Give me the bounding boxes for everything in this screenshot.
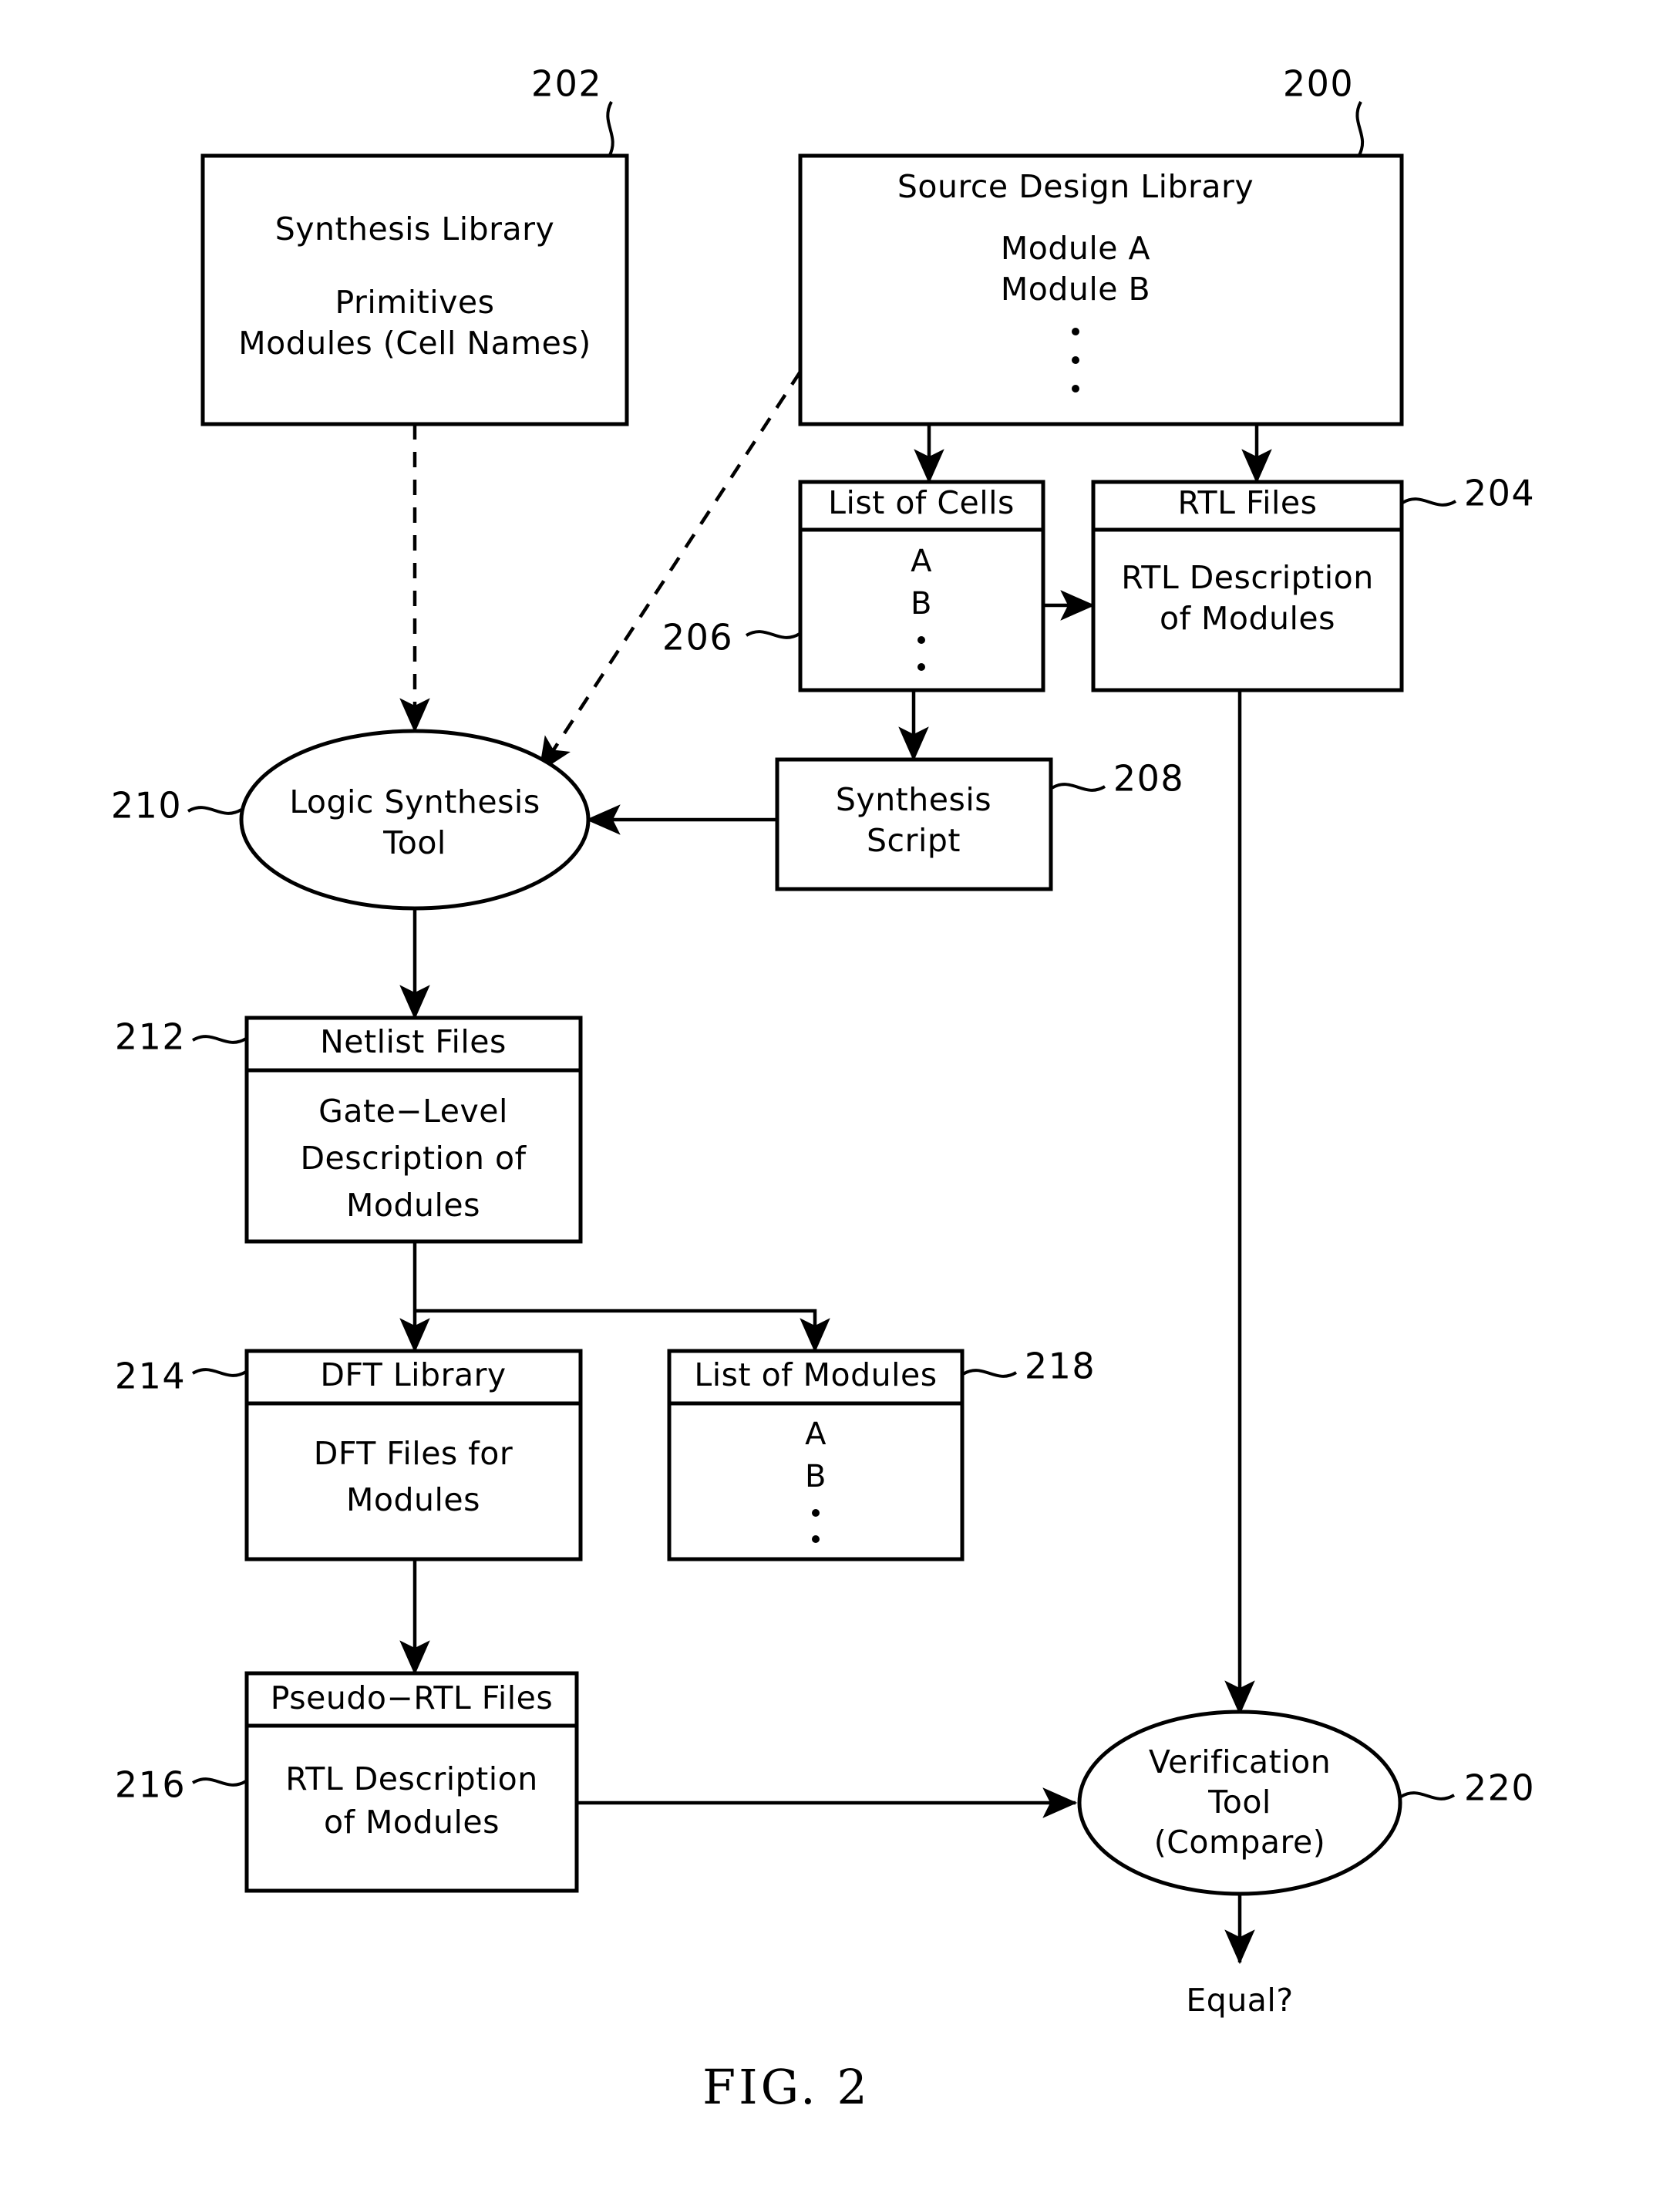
netlist-files-body-line-3: Modules (346, 1187, 480, 1224)
netlist-files-body-line-1: Gate−Level (318, 1093, 508, 1130)
dft-library-header: DFT Library (320, 1356, 506, 1393)
pseudo-rtl-files-body-line-2: of Modules (324, 1804, 500, 1841)
ref-leader-216: 216 (115, 1764, 247, 1806)
synthesis-library-title: Synthesis Library (275, 211, 555, 248)
list-of-modules-item-1: A (805, 1417, 827, 1452)
leader-line-208 (1050, 783, 1106, 792)
dft-library-body-line-2: Modules (346, 1481, 480, 1518)
leader-line-210 (187, 806, 243, 815)
node-verification-tool[interactable]: Verification Tool (Compare) (1077, 1710, 1402, 1896)
flow-diagram-canvas: Logic Synthesis Tool (210) : dashed vert… (111, 63, 1535, 2116)
list-of-modules-header: List of Modules (694, 1356, 937, 1393)
figure-caption: FIG. 2 (702, 2059, 870, 2115)
logic-synthesis-tool-line-1: Logic Synthesis (289, 783, 540, 820)
ref-number-200: 200 (1283, 63, 1354, 105)
node-pseudo-rtl-files[interactable]: Pseudo−RTL Files RTL Description of Modu… (244, 1671, 579, 1893)
rtl-files-header: RTL Files (1178, 484, 1318, 521)
ref-leader-208: 208 (1050, 758, 1184, 800)
edge-source-design-library-to-logic-synthesis-tool (538, 370, 802, 773)
verification-tool-line-1: Verification (1149, 1743, 1331, 1780)
ref-number-218: 218 (1025, 1346, 1096, 1387)
node-source-design-library[interactable]: Source Design Library Module A Module B (798, 153, 1404, 426)
synthesis-library-line1: Primitives (335, 284, 495, 321)
verification-tool-line-3: (Compare) (1154, 1824, 1325, 1861)
synthesis-script-line-1: Synthesis (836, 781, 992, 818)
netlist-files-body-line-2: Description of (300, 1140, 527, 1177)
dft-library-body-line-1: DFT Files for (314, 1435, 513, 1472)
ref-leader-214: 214 (115, 1356, 247, 1397)
rtl-files-body-line-1: RTL Description (1121, 559, 1373, 596)
patent-figure-2: Logic Synthesis Tool (210) : dashed vert… (0, 0, 1680, 2193)
ref-number-214: 214 (115, 1356, 186, 1397)
ref-leader-218: 218 (961, 1346, 1096, 1387)
edge-netlist-files-to-list-of-modules (415, 1309, 830, 1353)
node-logic-synthesis-tool[interactable]: Logic Synthesis Tool (239, 729, 591, 911)
ref-number-212: 212 (115, 1016, 186, 1058)
ref-number-208: 208 (1113, 758, 1184, 800)
ref-leader-202: 202 (531, 63, 614, 157)
leader-line-216 (191, 1777, 247, 1787)
leader-line-200 (1355, 101, 1365, 157)
list-of-modules-item-2: B (805, 1459, 827, 1494)
ref-number-220: 220 (1464, 1767, 1535, 1809)
ref-number-206: 206 (662, 617, 733, 659)
equal-terminal-label: Equal? (1186, 1982, 1293, 2019)
node-dft-library[interactable]: DFT Library DFT Files for Modules (244, 1349, 583, 1561)
leader-line-218 (961, 1369, 1018, 1378)
list-of-cells-item-2: B (911, 586, 932, 622)
source-design-library-item-2: Module B (1001, 271, 1150, 308)
source-design-library-item-1: Module A (1001, 230, 1150, 267)
node-list-of-modules[interactable]: List of Modules A B (667, 1349, 965, 1561)
node-synthesis-script[interactable]: Synthesis Script (775, 757, 1053, 891)
logic-synthesis-tool-line-2: Tool (382, 824, 446, 861)
ref-leader-210: 210 (111, 785, 243, 827)
list-of-cells-item-1: A (911, 544, 932, 579)
ref-leader-200: 200 (1283, 63, 1365, 157)
rtl-files-body-line-2: of Modules (1160, 600, 1335, 637)
node-list-of-cells[interactable]: List of Cells A B (798, 480, 1045, 692)
ref-leader-212: 212 (115, 1016, 247, 1058)
leader-line-204 (1401, 497, 1457, 507)
leader-line-212 (191, 1035, 247, 1044)
pseudo-rtl-files-header: Pseudo−RTL Files (271, 1679, 553, 1716)
ref-number-202: 202 (531, 63, 602, 105)
synthesis-script-line-2: Script (867, 822, 961, 859)
leader-line-206 (745, 630, 801, 639)
ref-leader-204: 204 (1401, 473, 1535, 514)
list-of-cells-header: List of Cells (828, 484, 1015, 521)
node-synthesis-library[interactable]: Synthesis Library Primitives Modules (Ce… (200, 153, 629, 426)
leader-line-214 (191, 1368, 247, 1377)
netlist-files-header: Netlist Files (320, 1023, 507, 1060)
node-rtl-files[interactable]: RTL Files RTL Description of Modules (1091, 480, 1404, 692)
node-netlist-files[interactable]: Netlist Files Gate−Level Description of … (244, 1016, 583, 1244)
leader-line-202 (606, 101, 614, 157)
ref-number-216: 216 (115, 1764, 186, 1806)
source-design-library-title: Source Design Library (897, 168, 1254, 205)
synthesis-library-line2: Modules (Cell Names) (238, 325, 591, 362)
ref-leader-220: 220 (1399, 1767, 1535, 1809)
ref-leader-206: 206 (662, 617, 801, 659)
ref-number-210: 210 (111, 785, 182, 827)
ref-number-204: 204 (1464, 473, 1535, 514)
leader-line-220 (1399, 1791, 1456, 1801)
verification-tool-line-2: Tool (1207, 1784, 1271, 1821)
pseudo-rtl-files-body-line-1: RTL Description (285, 1760, 537, 1797)
